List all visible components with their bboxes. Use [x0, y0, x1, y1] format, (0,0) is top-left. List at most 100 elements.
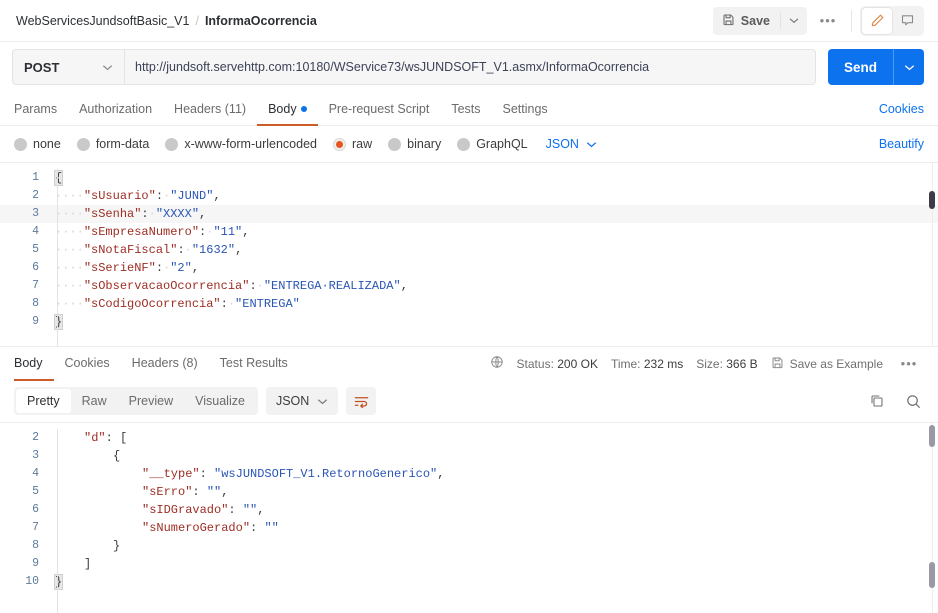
code-line: 5 "sErro": "", [0, 483, 938, 501]
code-token: · [227, 297, 236, 311]
request-body-editor[interactable]: 1{2 ····"sUsuario":·"JUND", 3 ····"sSenha":… [0, 162, 938, 346]
status-value: 200 OK [557, 356, 598, 371]
body-type-none[interactable]: none [14, 137, 61, 151]
tab-body[interactable]: Body [257, 93, 318, 126]
body-type-graphql[interactable]: GraphQL [457, 137, 528, 151]
breadcrumb-parent[interactable]: WebServicesJundsoftBasic_V1 [16, 14, 189, 28]
line-number: 10 [25, 575, 39, 588]
url-input[interactable] [124, 49, 816, 85]
line-number: 9 [32, 315, 39, 328]
save-as-example-label: Save as Example [789, 356, 883, 371]
code-token: "ENTREGA" [235, 297, 300, 311]
save-as-example-button[interactable]: Save as Example [771, 356, 883, 372]
code-token: : [220, 297, 228, 311]
code-token: "d" [84, 431, 106, 445]
code-text: } [50, 537, 120, 555]
code-token: "sCodigoOcorrencia" [83, 297, 221, 311]
code-token: { [113, 449, 121, 463]
response-vertical-scrollbar-bottom[interactable] [929, 562, 935, 588]
code-token: "XXXX" [155, 207, 200, 221]
response-more-options-icon[interactable]: ••• [894, 350, 924, 378]
request-vertical-scrollbar[interactable] [929, 191, 935, 209]
comment-icon[interactable] [892, 8, 922, 34]
send-button[interactable]: Send [828, 49, 893, 85]
tab-authorization[interactable]: Authorization [68, 93, 163, 126]
code-token: ···· [55, 297, 84, 311]
tab-tests[interactable]: Tests [440, 93, 491, 126]
code-text: ····"sEmpresaNumero":·"11", [50, 223, 249, 241]
view-raw[interactable]: Raw [71, 389, 118, 413]
edit-pencil-icon[interactable] [862, 7, 892, 34]
line-number: 3 [32, 449, 39, 462]
code-token: "JUND" [170, 189, 214, 203]
body-type-label: x-www-form-urlencoded [184, 137, 317, 151]
save-dropdown-chevron-down-icon[interactable] [781, 7, 807, 35]
code-token: ···· [55, 261, 84, 275]
body-type-form-data[interactable]: form-data [76, 137, 149, 151]
code-text: ····"sSerieNF":·"2", [50, 259, 199, 277]
code-token: : [249, 279, 257, 293]
view-visualize[interactable]: Visualize [184, 389, 256, 413]
response-tab-headers[interactable]: Headers (8) [121, 347, 209, 381]
response-format-label: JSON [275, 394, 310, 408]
response-size: Size: 366 B [696, 357, 757, 371]
code-token: : [155, 261, 164, 275]
code-text: { [50, 447, 120, 465]
response-code-area[interactable]: 2 "d": [3{4 "__type": "wsJUNDSOFT_V1.Retor… [0, 423, 938, 613]
code-line: 7 "sNumeroGerado": "" [0, 519, 938, 537]
send-dropdown-chevron-down-icon[interactable] [894, 49, 924, 85]
body-type-x-www-form-urlencoded[interactable]: x-www-form-urlencoded [165, 137, 317, 151]
response-toolbar-actions [866, 390, 924, 412]
tab-pre-request-script[interactable]: Pre-request Script [318, 93, 441, 126]
code-token: , [257, 503, 265, 517]
code-token: } [113, 539, 121, 553]
code-line: 5 ····"sNotaFiscal":·"1632", [0, 241, 938, 259]
radio-icon [388, 137, 402, 151]
response-tab-body[interactable]: Body [14, 347, 54, 381]
request-code-area[interactable]: 1{2 ····"sUsuario":·"JUND", 3 ····"sSenha":… [0, 163, 938, 346]
response-vertical-scrollbar-top[interactable] [929, 425, 935, 447]
tab-label: Body [268, 101, 297, 116]
code-token: , [213, 189, 221, 203]
status-label: Status: [516, 356, 554, 371]
code-text: ····"sCodigoOcorrencia":·"ENTREGA" [50, 295, 300, 313]
code-token: ···· [55, 279, 84, 293]
cookies-link[interactable]: Cookies [879, 92, 924, 125]
body-type-binary[interactable]: binary [388, 137, 441, 151]
beautify-link[interactable]: Beautify [879, 137, 924, 151]
line-number: 1 [32, 171, 39, 184]
tab-params[interactable]: Params [14, 93, 68, 126]
search-icon[interactable] [902, 390, 924, 412]
http-method-select[interactable]: POST [12, 49, 124, 85]
tab-headers[interactable]: Headers (11) [163, 93, 257, 126]
radio-selected-icon [333, 137, 346, 151]
code-token: : [192, 485, 207, 499]
response-tab-cookies[interactable]: Cookies [54, 347, 121, 381]
raw-format-select[interactable]: JSON [546, 137, 597, 151]
response-format-select[interactable]: JSON [265, 387, 339, 415]
breadcrumb-separator: / [195, 13, 199, 28]
code-token: : [177, 243, 185, 257]
response-body-editor[interactable]: 2 "d": [3{4 "__type": "wsJUNDSOFT_V1.Retor… [0, 422, 938, 613]
size-label: Size: [696, 356, 723, 371]
indent-guide [57, 169, 58, 346]
response-tab-test-results[interactable]: Test Results [209, 347, 299, 381]
code-token: "wsJUNDSOFT_V1.RetornoGenerico" [214, 467, 438, 481]
request-more-options-icon[interactable]: ••• [813, 7, 843, 35]
view-preview[interactable]: Preview [118, 389, 184, 413]
code-token: "" [264, 521, 279, 535]
http-method-label: POST [24, 59, 60, 75]
word-wrap-toggle-icon[interactable] [346, 387, 377, 415]
copy-icon[interactable] [866, 390, 888, 412]
body-type-raw[interactable]: raw [333, 137, 372, 151]
code-token: "sSenha" [83, 207, 142, 221]
time-value: 232 ms [643, 356, 684, 371]
tab-label: Settings [502, 101, 548, 116]
response-tabs: Body Cookies Headers (8) Test Results St… [0, 346, 938, 381]
view-pretty[interactable]: Pretty [16, 389, 71, 413]
code-token: · [184, 243, 192, 257]
tab-settings[interactable]: Settings [492, 93, 559, 126]
code-text: "d": [ [50, 429, 127, 447]
save-button[interactable]: Save [712, 6, 780, 35]
code-text: ····"sNotaFiscal":·"1632", [50, 241, 242, 259]
